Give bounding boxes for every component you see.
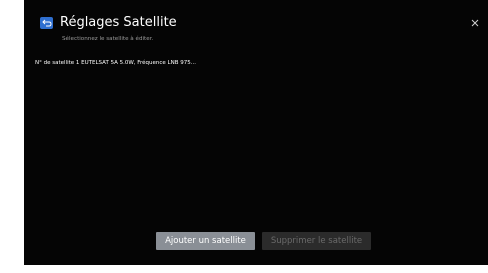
satellite-list-item[interactable]: N° de satellite 1 EUTELSAT 5A 5.0W, Fréq… [33,58,198,68]
page-title: Réglages Satellite [60,15,177,30]
bottom-strip [24,265,488,273]
close-icon [471,19,479,27]
satellite-settings-screen: Réglages Satellite Sélectionnez le satel… [24,0,488,273]
page-subtitle: Sélectionnez le satellite à éditer. [62,36,154,42]
back-button[interactable] [40,17,53,29]
back-arrow-icon [41,19,52,27]
close-button[interactable] [470,18,480,28]
add-satellite-button[interactable]: Ajouter un satellite [156,232,255,250]
delete-satellite-button[interactable]: Supprimer le satellite [262,232,371,250]
